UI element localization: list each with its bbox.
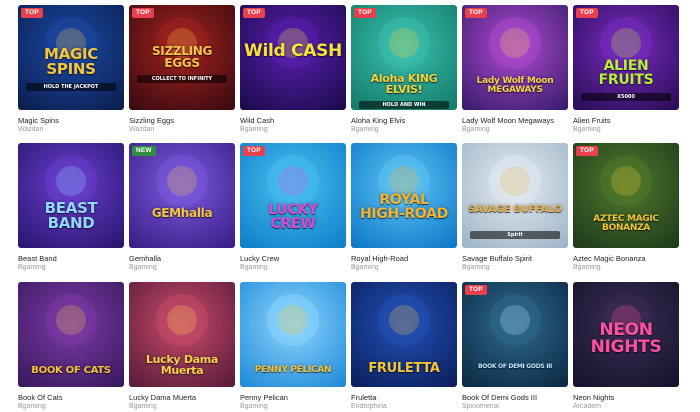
game-provider: Bgaming <box>129 403 157 410</box>
game-provider: Bgaming <box>351 126 379 133</box>
top-badge: TOP <box>576 8 598 18</box>
game-thumbnail[interactable]: Lucky Dama Muerta <box>129 282 235 387</box>
game-thumbnail[interactable]: BEAST BAND <box>18 143 124 248</box>
game-thumbnail[interactable]: TOP SIZZLING EGGS COLLECT TO INFINITY <box>129 5 235 110</box>
game-logo-text: PENNY PELICAN <box>254 365 332 375</box>
game-logo-text: BEAST BAND <box>44 199 98 232</box>
game-artwork <box>129 143 235 248</box>
game-logo-text: MAGIC SPINS <box>44 45 98 78</box>
game-provider: Bgaming <box>18 403 46 410</box>
game-title[interactable]: Aloha King Elvis <box>351 116 457 125</box>
game-thumbnail[interactable]: NEW GEMhalla <box>129 143 235 248</box>
game-provider: Arcadem <box>573 403 602 410</box>
game-provider: Spinomenal <box>462 403 499 410</box>
game-thumbnail[interactable]: TOP BOOK OF DEMI GODS III <box>462 282 568 387</box>
game-provider: Bgaming <box>462 126 490 133</box>
game-provider: Wazdan <box>18 126 44 133</box>
game-logo-text: SIZZLING EGGS <box>151 44 213 70</box>
game-thumbnail[interactable]: ROYAL HIGH-ROAD <box>351 143 457 248</box>
game-title[interactable]: Aztec Magic Bonanza <box>573 254 679 263</box>
game-logo-text: LUCKY CREW <box>268 202 318 232</box>
top-badge: TOP <box>243 8 265 18</box>
game-thumbnail[interactable]: TOP Aloha KING ELVIS! HOLD AND WIN <box>351 5 457 110</box>
game-logo-text: Lucky Dama Muerta <box>145 353 219 377</box>
game-artwork <box>462 282 568 387</box>
game-title[interactable]: Beast Band <box>18 254 124 263</box>
game-logo-text: SAVAGE BUFFALO <box>468 204 562 215</box>
game-thumbnail[interactable]: TOP ALIEN FRUITS X5000 <box>573 5 679 110</box>
game-logo-text: Lady Wolf Moon MEGAWAYS <box>476 76 554 95</box>
game-logo-text: BOOK OF DEMI GODS III <box>478 363 552 370</box>
game-thumbnail[interactable]: BOOK OF CATS <box>18 282 124 387</box>
game-logo-text: Wild CASH <box>244 41 342 61</box>
game-thumbnail[interactable]: PENNY PELICAN <box>240 282 346 387</box>
game-thumbnail[interactable]: TOP LUCKY CREW <box>240 143 346 248</box>
game-title[interactable]: Lucky Dama Muerta <box>129 393 235 402</box>
game-logo-text: ROYAL HIGH-ROAD <box>359 192 448 222</box>
game-title[interactable]: Magic Spins <box>18 116 124 125</box>
game-thumbnail[interactable]: NEON NIGHTS <box>573 282 679 387</box>
game-provider: Endorphina <box>351 403 387 410</box>
game-provider: Bgaming <box>462 264 490 271</box>
game-title[interactable]: Penny Pelican <box>240 393 346 402</box>
game-thumbnail[interactable]: TOP AZTEC MAGIC BONANZA <box>573 143 679 248</box>
game-thumbnail[interactable]: TOP Lady Wolf Moon MEGAWAYS <box>462 5 568 110</box>
game-provider: Bgaming <box>129 264 157 271</box>
game-provider: Bgaming <box>240 126 268 133</box>
game-provider: Bgaming <box>351 264 379 271</box>
game-logo-subtitle: X5000 <box>581 93 671 101</box>
game-provider: Wazdan <box>129 126 155 133</box>
game-title[interactable]: Fruletta <box>351 393 457 402</box>
top-badge: TOP <box>465 8 487 18</box>
top-badge: TOP <box>576 146 598 156</box>
new-badge: NEW <box>132 146 156 156</box>
game-provider: Bgaming <box>240 403 268 410</box>
game-logo-subtitle: Spirit <box>470 231 560 239</box>
game-logo-text: AZTEC MAGIC BONANZA <box>593 214 659 233</box>
game-artwork <box>240 143 346 248</box>
game-logo-subtitle: HOLD THE JACKPOT <box>26 83 116 91</box>
top-badge: TOP <box>21 8 43 18</box>
game-title[interactable]: Neon Nights <box>573 393 679 402</box>
game-title[interactable]: Book Of Demi Gods III <box>462 393 568 402</box>
game-title[interactable]: Book Of Cats <box>18 393 124 402</box>
game-title[interactable]: Lady Wolf Moon Megaways <box>462 116 568 125</box>
game-thumbnail[interactable]: TOP Wild CASH <box>240 5 346 110</box>
game-title[interactable]: Sizzling Eggs <box>129 116 235 125</box>
game-title[interactable]: Savage Buffalo Spirit <box>462 254 568 263</box>
top-badge: TOP <box>132 8 154 18</box>
game-logo-text: Aloha KING ELVIS! <box>370 72 438 96</box>
game-title[interactable]: Royal High-Road <box>351 254 457 263</box>
top-badge: TOP <box>354 8 376 18</box>
game-logo-text: BOOK OF CATS <box>31 365 111 376</box>
game-title[interactable]: Gemhalla <box>129 254 235 263</box>
game-logo-text: ALIEN FRUITS <box>598 58 654 88</box>
game-provider: Bgaming <box>573 264 601 271</box>
games-grid: TOP MAGIC SPINS HOLD THE JACKPOT Magic Spin… <box>0 0 700 412</box>
game-logo-text: FRULETTA <box>368 361 440 376</box>
game-logo-subtitle: HOLD AND WIN <box>359 101 449 109</box>
game-thumbnail[interactable]: TOP MAGIC SPINS HOLD THE JACKPOT <box>18 5 124 110</box>
game-provider: Bgaming <box>18 264 46 271</box>
top-badge: TOP <box>465 285 487 295</box>
game-logo-subtitle: COLLECT TO INFINITY <box>137 75 227 83</box>
game-thumbnail[interactable]: SAVAGE BUFFALO Spirit <box>462 143 568 248</box>
game-logo-text: GEMhalla <box>151 206 213 220</box>
game-title[interactable]: Wild Cash <box>240 116 346 125</box>
game-provider: Bgaming <box>573 126 601 133</box>
game-provider: Bgaming <box>240 264 268 271</box>
game-artwork <box>18 143 124 248</box>
game-title[interactable]: Alien Fruits <box>573 116 679 125</box>
top-badge: TOP <box>243 146 265 156</box>
game-title[interactable]: Lucky Crew <box>240 254 346 263</box>
game-thumbnail[interactable]: FRULETTA <box>351 282 457 387</box>
game-logo-text: NEON NIGHTS <box>590 320 662 357</box>
